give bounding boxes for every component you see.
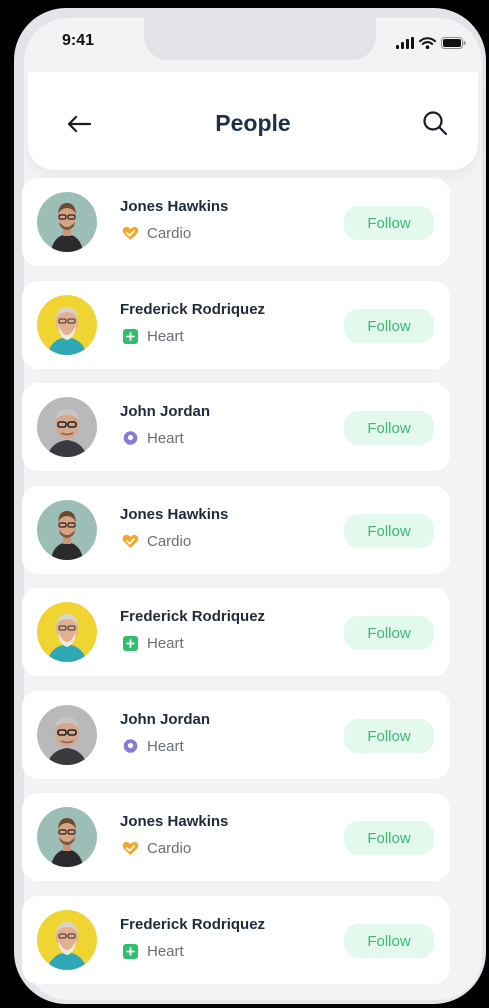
app-header: People	[28, 72, 478, 170]
avatar[interactable]	[37, 192, 97, 252]
page-title: People	[215, 110, 291, 136]
person-card[interactable]: Frederick Rodriquez Heart Follow	[22, 896, 450, 984]
person-card[interactable]: Frederick Rodriquez Heart Follow	[22, 588, 450, 676]
wifi-icon	[419, 37, 436, 49]
person-name: John Jordan	[120, 403, 211, 420]
person-name: Frederick Rodriquez	[120, 301, 266, 318]
tag-label: Cardio	[147, 533, 192, 550]
follow-button[interactable]: Follow	[344, 206, 434, 240]
heart-check-icon	[122, 840, 139, 857]
person-tag: Heart	[122, 943, 184, 960]
search-icon[interactable]	[422, 110, 448, 136]
follow-button[interactable]: Follow	[344, 514, 434, 548]
person-name: Jones Hawkins	[120, 813, 229, 830]
follow-button[interactable]: Follow	[344, 616, 434, 650]
person-tag: Heart	[122, 738, 184, 755]
person-tag: Cardio	[122, 840, 191, 857]
avatar[interactable]	[37, 500, 97, 560]
follow-button[interactable]: Follow	[344, 821, 434, 855]
purple-circle-icon	[122, 738, 139, 755]
follow-button[interactable]: Follow	[344, 924, 434, 958]
avatar[interactable]	[37, 807, 97, 867]
person-tag: Heart	[122, 635, 184, 652]
tag-label: Heart	[147, 943, 184, 960]
tag-label: Heart	[147, 635, 184, 652]
person-card[interactable]: Jones Hawkins Cardio Follow	[22, 178, 450, 266]
tag-label: Heart	[147, 328, 184, 345]
tag-label: Heart	[147, 738, 184, 755]
tag-label: Cardio	[147, 225, 192, 242]
purple-circle-icon	[122, 430, 139, 447]
heart-check-icon	[122, 533, 139, 550]
follow-button[interactable]: Follow	[344, 411, 434, 445]
green-plus-square-icon	[122, 943, 139, 960]
person-card[interactable]: Jones Hawkins Cardio Follow	[22, 793, 450, 881]
avatar[interactable]	[37, 910, 97, 970]
follow-button[interactable]: Follow	[344, 719, 434, 753]
tag-label: Heart	[147, 430, 184, 447]
person-card[interactable]: John Jordan Heart Follow	[22, 691, 450, 779]
cellular-signal-icon	[396, 37, 414, 49]
person-name: Frederick Rodriquez	[120, 916, 266, 933]
person-tag: Heart	[122, 430, 184, 447]
person-name: Frederick Rodriquez	[120, 608, 266, 625]
person-tag: Cardio	[122, 533, 191, 550]
person-name: Jones Hawkins	[120, 198, 229, 215]
person-tag: Cardio	[122, 225, 191, 242]
person-card[interactable]: Jones Hawkins Cardio Follow	[22, 486, 450, 574]
tag-label: Cardio	[147, 840, 192, 857]
person-tag: Heart	[122, 328, 184, 345]
status-time: 9:41	[62, 32, 95, 49]
person-card[interactable]: John Jordan Heart Follow	[22, 383, 450, 471]
avatar[interactable]	[37, 602, 97, 662]
person-name: John Jordan	[120, 711, 211, 728]
avatar[interactable]	[37, 397, 97, 457]
notch	[144, 18, 376, 60]
follow-button[interactable]: Follow	[344, 309, 434, 343]
avatar[interactable]	[37, 705, 97, 765]
green-plus-square-icon	[122, 328, 139, 345]
green-plus-square-icon	[122, 635, 139, 652]
status-icons	[396, 37, 466, 49]
battery-icon	[441, 37, 466, 49]
heart-check-icon	[122, 225, 139, 242]
avatar[interactable]	[37, 295, 97, 355]
person-name: Jones Hawkins	[120, 506, 229, 523]
person-card[interactable]: Frederick Rodriquez Heart Follow	[22, 281, 450, 369]
